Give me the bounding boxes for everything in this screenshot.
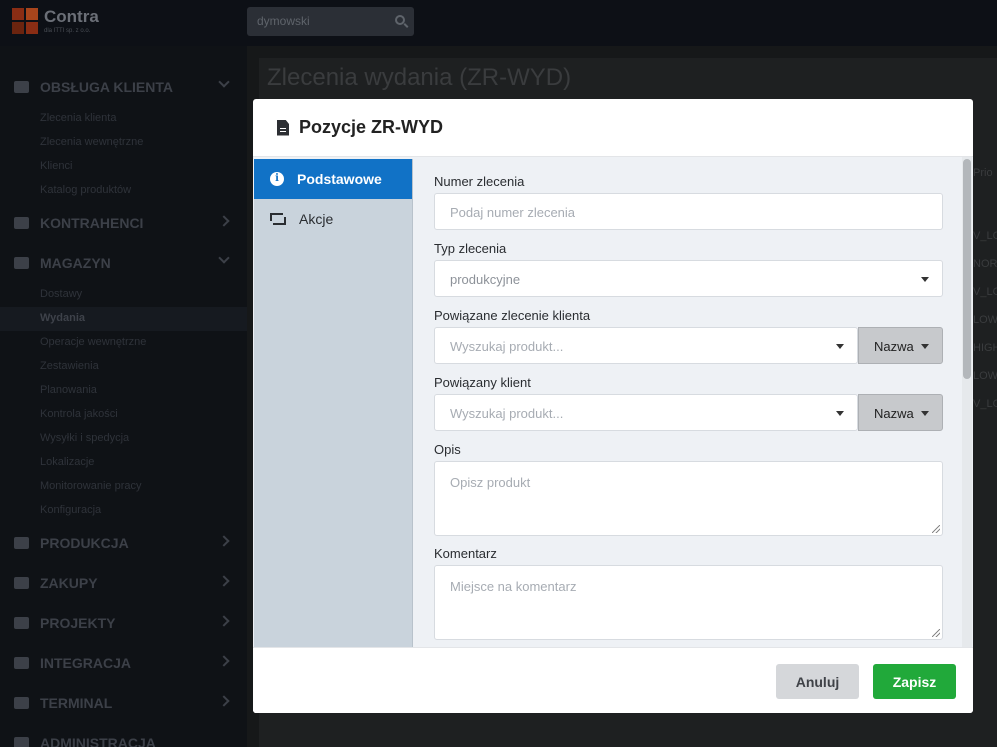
- komentarz-textarea[interactable]: Miejsce na komentarz: [434, 565, 943, 640]
- addon-label: Nazwa: [874, 406, 914, 421]
- info-circle-icon: [270, 172, 284, 186]
- placeholder: Wyszukaj produkt...: [450, 339, 564, 354]
- label-powiazany-klient: Powiązany klient: [434, 375, 531, 390]
- placeholder: Wyszukaj produkt...: [450, 406, 564, 421]
- selected-value: produkcyjne: [450, 272, 521, 287]
- label-powiazane-zlecenie: Powiązane zlecenie klienta: [434, 308, 591, 323]
- caret-down-icon: [836, 411, 844, 416]
- scrollbar-thumb[interactable]: [963, 159, 971, 379]
- modal-footer: Anuluj Zapisz: [253, 647, 973, 713]
- resize-handle-icon[interactable]: [932, 525, 940, 533]
- tab-label: Akcje: [299, 211, 334, 227]
- modal-title: Pozycje ZR-WYD: [299, 117, 444, 137]
- label-opis: Opis: [434, 442, 461, 457]
- caret-down-icon: [921, 277, 929, 282]
- placeholder: Opisz produkt: [450, 475, 531, 490]
- resize-handle-icon[interactable]: [932, 629, 940, 637]
- typ-zlecenia-select[interactable]: produkcyjne: [434, 260, 943, 297]
- cancel-button[interactable]: Anuluj: [776, 664, 859, 699]
- form-scrollbar[interactable]: [962, 157, 972, 647]
- retweet-icon: [270, 212, 286, 226]
- tab-akcje[interactable]: Akcje: [254, 199, 412, 239]
- positions-modal: Pozycje ZR-WYD Podstawowe Akcje Numer zl…: [253, 99, 973, 713]
- caret-down-icon: [921, 411, 929, 416]
- powiazane-zlecenie-select[interactable]: Wyszukaj produkt...: [434, 327, 858, 364]
- powiazany-klient-select[interactable]: Wyszukaj produkt...: [434, 394, 858, 431]
- caret-down-icon: [836, 344, 844, 349]
- numer-zlecenia-input[interactable]: Podaj numer zlecenia: [434, 193, 943, 230]
- powiazane-zlecenie-nazwa-button[interactable]: Nazwa: [858, 327, 943, 364]
- modal-form: Numer zlecenia Podaj numer zlecenia Typ …: [434, 157, 943, 647]
- powiazany-klient-nazwa-button[interactable]: Nazwa: [858, 394, 943, 431]
- modal-header: Pozycje ZR-WYD: [253, 99, 973, 157]
- opis-textarea[interactable]: Opisz produkt: [434, 461, 943, 536]
- tab-podstawowe[interactable]: Podstawowe: [254, 159, 412, 199]
- modal-tabs: Podstawowe Akcje: [254, 159, 413, 647]
- tab-label: Podstawowe: [297, 171, 382, 187]
- placeholder: Podaj numer zlecenia: [450, 205, 576, 220]
- file-icon: [277, 119, 289, 136]
- label-numer-zlecenia: Numer zlecenia: [434, 174, 525, 189]
- placeholder: Miejsce na komentarz: [450, 579, 577, 594]
- caret-down-icon: [921, 344, 929, 349]
- label-komentarz: Komentarz: [434, 546, 497, 561]
- addon-label: Nazwa: [874, 339, 914, 354]
- save-button[interactable]: Zapisz: [873, 664, 956, 699]
- modal-body: Podstawowe Akcje Numer zlecenia Podaj nu…: [253, 157, 973, 647]
- label-typ-zlecenia: Typ zlecenia: [434, 241, 507, 256]
